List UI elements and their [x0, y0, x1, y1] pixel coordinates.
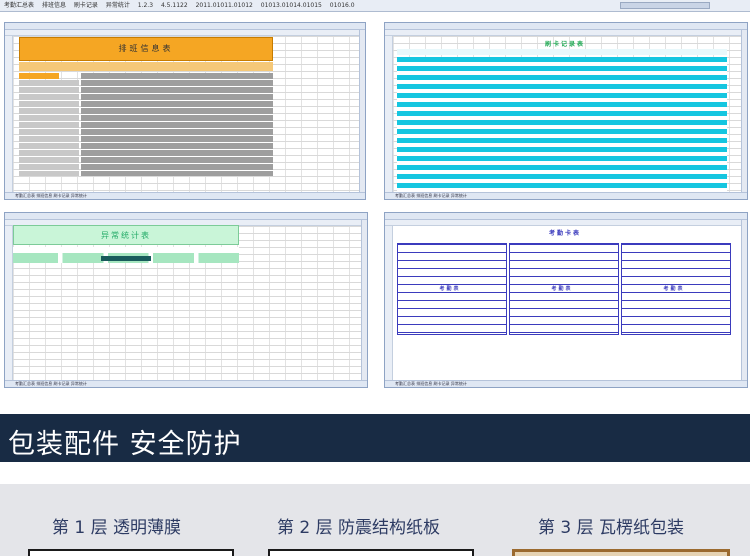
excel-sheet-tab-bar: 考勤汇总表 排班信息 刷卡记录 异常统计 1.2.3 4.5.1122 2011… — [0, 0, 750, 12]
schedule-shift-grid — [81, 73, 273, 176]
layer-2-board-image — [268, 549, 474, 556]
screenshot-swipe-records-sheet: 刷卡记录表 考勤汇总表 排班信息 刷卡记录 异常统计 — [384, 22, 748, 200]
row-headers — [385, 226, 393, 380]
sheet-tabs[interactable]: 考勤汇总表 排班信息 刷卡记录 异常统计 — [5, 192, 365, 199]
vertical-scrollbar[interactable] — [741, 220, 747, 380]
schedule-title: 排班信息表 — [19, 37, 273, 61]
card-section-label-1: 考勤表 — [439, 286, 461, 292]
swipe-info-row — [397, 49, 727, 55]
schedule-header-cells — [19, 73, 59, 79]
row-headers — [385, 36, 393, 192]
exceptions-subheader-dark — [101, 256, 151, 261]
screenshot-exceptions-sheet: 异常统计表 考勤汇总表 排班信息 刷卡记录 异常统计 — [4, 212, 368, 388]
tab-range-3[interactable]: 2011.01011.01012 — [196, 2, 253, 9]
tab-range-4[interactable]: 01013.01014.01015 — [261, 2, 322, 9]
tab-attendance-summary[interactable]: 考勤汇总表 — [4, 2, 34, 9]
layer-1-label: 第 1 层 透明薄膜 — [52, 518, 182, 538]
tab-range-5[interactable]: 01016.0 — [330, 2, 355, 9]
screenshot-schedule-sheet: 排班信息表 考勤汇总表 排班信息 刷卡记录 异常统计 — [4, 22, 366, 200]
layer-1-film-image — [28, 549, 234, 556]
tab-exceptions[interactable]: 异常统计 — [106, 2, 130, 9]
row-headers — [5, 226, 13, 380]
formula-bar — [385, 23, 747, 30]
card-section-label-3: 考勤表 — [663, 286, 685, 292]
schedule-name-column — [19, 80, 79, 176]
sheet-tabs[interactable]: 考勤汇总表 排班信息 刷卡记录 异常统计 — [385, 192, 747, 199]
vertical-scrollbar[interactable] — [359, 30, 365, 192]
section-spacer — [0, 462, 750, 484]
swipe-records-rows — [397, 57, 727, 197]
packaging-banner: 包装配件 安全防护 — [0, 414, 750, 462]
formula-bar — [5, 213, 367, 220]
vertical-scrollbar[interactable] — [741, 30, 747, 192]
column-headers — [385, 220, 747, 226]
layer-3-label: 第 3 层 瓦楞纸包装 — [538, 518, 685, 538]
product-detail-page: 考勤汇总表 排班信息 刷卡记录 异常统计 1.2.3 4.5.1122 2011… — [0, 0, 750, 556]
tab-schedule[interactable]: 排班信息 — [42, 2, 66, 9]
layer-2-label: 第 2 层 防震结构纸板 — [277, 518, 441, 538]
card-section-label-2: 考勤表 — [551, 286, 573, 292]
schedule-info-row — [19, 62, 273, 71]
banner-heading: 包装配件 安全防护 — [8, 429, 242, 460]
horizontal-scrollbar[interactable] — [620, 2, 710, 9]
attendance-card-title: 考勤卡表 — [548, 230, 581, 237]
tab-range-1[interactable]: 1.2.3 — [138, 2, 153, 9]
swipe-records-title: 刷卡记录表 — [544, 41, 585, 48]
tab-swipe-records[interactable]: 刷卡记录 — [74, 2, 98, 9]
screenshot-attendance-card-sheet: 考勤卡表 考勤表 考勤表 考勤表 考勤汇总表 排班信息 刷卡记录 异常统计 — [384, 212, 748, 388]
formula-bar — [385, 213, 747, 220]
row-headers — [5, 36, 13, 192]
sheet-tabs[interactable]: 考勤汇总表 排班信息 刷卡记录 异常统计 — [5, 380, 367, 387]
sheet-tabs[interactable]: 考勤汇总表 排班信息 刷卡记录 异常统计 — [385, 380, 747, 387]
vertical-scrollbar[interactable] — [361, 220, 367, 380]
exceptions-title: 异常统计表 — [13, 225, 239, 245]
layer-3-carton-image — [512, 549, 730, 556]
tab-range-2[interactable]: 4.5.1122 — [161, 2, 188, 9]
formula-bar — [5, 23, 365, 30]
